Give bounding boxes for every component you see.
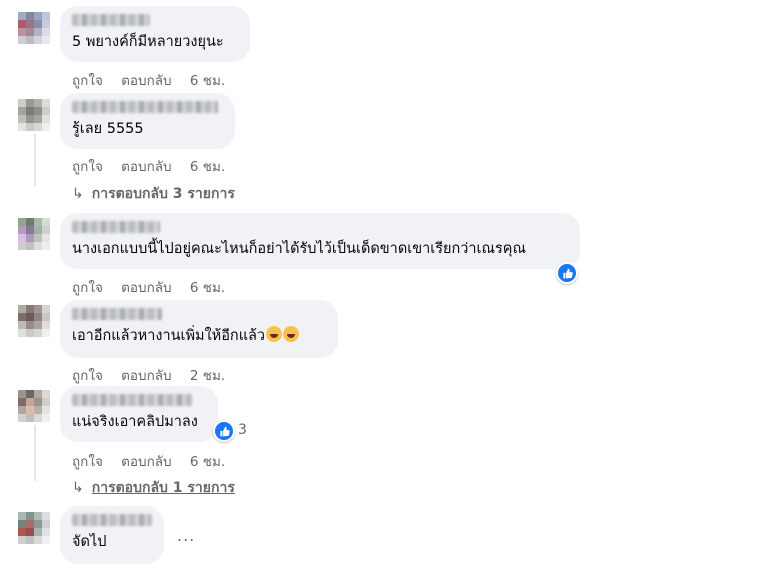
comment-bubble: แน่จริงเอาคลิปมาลง [60, 386, 218, 442]
timestamp[interactable]: 2 ชม. [190, 368, 225, 384]
avatar[interactable] [18, 390, 50, 422]
like-link[interactable]: ถูกใจ [72, 280, 103, 296]
reply-link[interactable]: ตอบกลับ [121, 280, 171, 296]
reply-link[interactable]: ตอบกลับ [121, 73, 171, 89]
timestamp[interactable]: 6 ชม. [190, 159, 225, 175]
replies-count-label: การตอบกลับ 3 รายการ [91, 186, 235, 202]
avatar[interactable] [18, 512, 50, 544]
comment-bubble: รู้เลย 5555 [60, 93, 235, 149]
reply-arrow-icon: ↳ [72, 186, 84, 202]
timestamp[interactable]: 6 ชม. [190, 280, 225, 296]
like-link[interactable]: ถูกใจ [72, 368, 103, 384]
comment-text: นางเอกแบบนี้ไปอยู่คณะไหนก็อย่าได้รับไว้เ… [72, 241, 526, 257]
commenter-name[interactable] [72, 221, 160, 233]
timestamp[interactable]: 6 ชม. [190, 73, 225, 89]
commenter-name[interactable] [72, 308, 162, 320]
reply-link[interactable]: ตอบกลับ [121, 368, 171, 384]
comment-bubble: เอาอีกแล้วหางานเพิ่มให้อีกแล้ว [60, 300, 338, 358]
laughing-crying-emoji [266, 326, 283, 342]
comment-text: จัดไป [72, 534, 107, 550]
like-link[interactable]: ถูกใจ [72, 159, 103, 175]
comment-text: เอาอีกแล้วหางานเพิ่มให้อีกแล้ว [72, 326, 326, 346]
comment-text: แน่จริงเอาคลิปมาลง [72, 414, 198, 430]
thread-line [34, 425, 36, 481]
like-link[interactable]: ถูกใจ [72, 454, 103, 470]
avatar[interactable] [18, 305, 50, 337]
comment-bubble: จัดไป [60, 506, 164, 564]
commenter-name[interactable] [72, 394, 192, 406]
like-reaction-icon[interactable] [213, 420, 235, 442]
reply-link[interactable]: ตอบกลับ [121, 454, 171, 470]
comment-actions: ถูกใจ ตอบกลับ 6 ชม. [72, 155, 239, 177]
view-replies-link[interactable]: ↳ การตอบกลับ 3 รายการ [72, 183, 235, 205]
comment-bubble: 5 พยางค์ก็มีหลายวงยุนะ [60, 6, 250, 62]
comment-bubble: นางเอกแบบนี้ไปอยู่คณะไหนก็อย่าได้รับไว้เ… [60, 213, 580, 269]
reply-link[interactable]: ตอบกลับ [121, 159, 171, 175]
avatar[interactable] [18, 218, 50, 250]
commenter-name[interactable] [72, 514, 152, 526]
laughing-crying-emoji [283, 326, 300, 342]
commenter-name[interactable] [72, 101, 218, 113]
view-replies-link[interactable]: ↳ การตอบกลับ 1 รายการ [72, 477, 235, 499]
reply-arrow-icon: ↳ [72, 480, 84, 496]
comment-actions: ถูกใจ ตอบกลับ 2 ชม. [72, 364, 239, 386]
comment-actions: ถูกใจ ตอบกลับ 6 ชม. [72, 276, 239, 298]
like-link[interactable]: ถูกใจ [72, 73, 103, 89]
comment-text: 5 พยางค์ก็มีหลายวงยุนะ [72, 34, 224, 50]
comment-actions: ถูกใจ ตอบกลับ 6 ชม. [72, 69, 239, 91]
like-reaction-icon[interactable] [556, 262, 578, 284]
more-options-button[interactable]: ... [177, 526, 195, 545]
avatar[interactable] [18, 12, 50, 44]
avatar[interactable] [18, 99, 50, 131]
reaction-count[interactable]: 3 [238, 422, 247, 438]
commenter-name[interactable] [72, 14, 150, 26]
comment-text: รู้เลย 5555 [72, 121, 144, 137]
timestamp[interactable]: 6 ชม. [190, 454, 225, 470]
comment-actions: ถูกใจ ตอบกลับ 6 ชม. [72, 450, 239, 472]
thread-line [34, 134, 36, 186]
replies-count-label: การตอบกลับ 1 รายการ [91, 480, 235, 496]
